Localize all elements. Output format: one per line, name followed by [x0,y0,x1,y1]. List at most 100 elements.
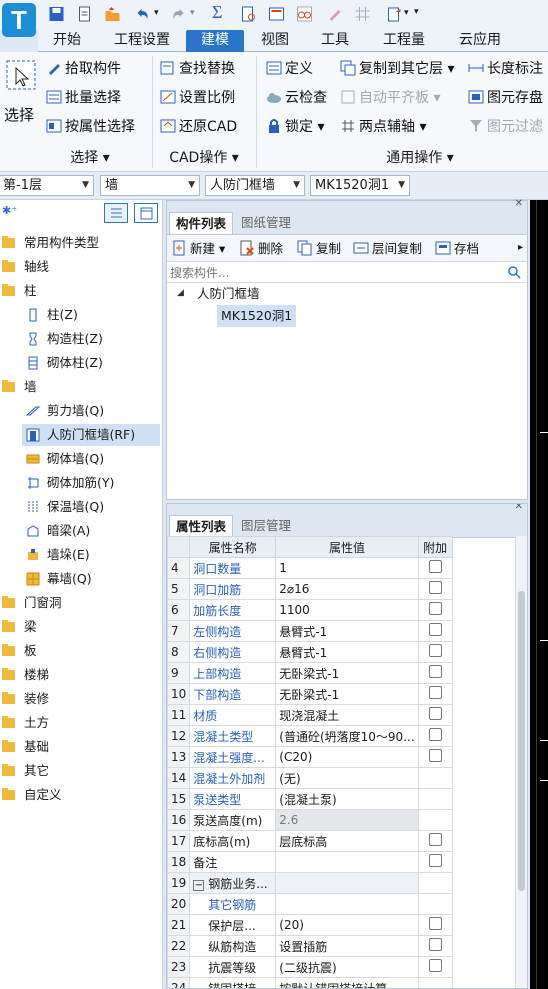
tree-node-wall[interactable]: 墙 [2,376,37,398]
tab-start[interactable]: 开始 [44,30,90,52]
component-search-box[interactable] [167,263,527,283]
property-value[interactable]: 悬臂式-1 [275,620,419,642]
close-icon[interactable]: ✕ [515,198,523,209]
select-button[interactable]: 选择 [4,104,34,126]
tab-layer-management[interactable]: 图层管理 [235,515,297,537]
property-row[interactable]: 4 洞口数量 1 [167,557,453,579]
tab-property-list[interactable]: 属性列表 [169,515,234,537]
two-point-axis-button[interactable]: 两点辅轴 ▾ [340,116,426,138]
delete-button[interactable]: 删除 [239,238,283,260]
tree-node-civil-defense-door-wall[interactable]: 人防门框墙(RF) [22,424,160,446]
property-value[interactable]: 按默认锚固搭接计算 [275,977,419,988]
scrollbar-thumb[interactable] [518,591,525,891]
add-checkbox[interactable] [428,938,442,951]
property-value[interactable]: 层底标高 [275,830,419,852]
cad-canvas[interactable] [530,200,548,989]
tab-component-list[interactable]: 构件列表 [169,212,234,234]
copy-to-floor-button[interactable]: 复制到其它层 ▾ [340,58,454,80]
tree-node-slab[interactable]: 板 [2,640,37,662]
property-row[interactable]: 8 右侧构造 悬臂式-1 [167,641,453,663]
tree-node-masonry-reinforcement[interactable]: 砌体加筋(Y) [26,472,114,494]
set-scale-button[interactable]: 设置比例 [160,87,235,109]
filter-element-button[interactable]: 图元过滤 [468,116,543,138]
component-tree-item[interactable]: MK1520洞1 [217,305,297,327]
add-checkbox[interactable] [428,602,442,615]
add-checkbox[interactable] [428,854,442,867]
group-select-label[interactable]: 选择 ▾ [40,148,140,168]
pen-icon[interactable] [326,6,343,22]
lock-button[interactable]: 锁定 ▾ [266,116,324,138]
grid-icon[interactable] [354,6,371,22]
property-row[interactable]: 21 保护层... (20) [167,914,453,936]
tab-quantities[interactable]: 工程量 [374,30,434,52]
close-icon[interactable]: ✕ [515,504,523,512]
tree-node-axis[interactable]: 轴线 [2,256,49,278]
add-checkbox[interactable] [428,581,442,594]
tab-tools[interactable]: 工具 [312,30,358,52]
property-row[interactable]: 23 抗震等级 (二级抗震) [167,956,453,978]
tree-node-constructional-column[interactable]: 构造柱(Z) [26,328,103,350]
tab-cloud[interactable]: 云应用 [450,30,510,52]
pick-element-button[interactable]: 拾取构件 [46,58,121,80]
property-value[interactable]: (二级抗震) [275,956,419,978]
tree-node-masonry-column[interactable]: 砌体柱(Z) [26,352,103,374]
export-icon[interactable] [386,6,403,22]
tree-node-other[interactable]: 其它 [2,760,49,782]
tree-node-doors-windows[interactable]: 门窗洞 [2,592,62,614]
list-view-button[interactable] [104,203,128,223]
property-row[interactable]: 13 混凝土强度... (C20) [167,746,453,768]
property-row[interactable]: 19− 钢筋业务... [167,872,453,894]
add-checkbox[interactable] [428,644,442,657]
category-select[interactable]: 墙 ▼ [100,175,200,196]
property-value[interactable]: 无卧梁式-1 [275,662,419,684]
property-value[interactable]: 2⌀16 [275,578,419,600]
undo-dropdown-icon[interactable]: ▾ [154,8,159,18]
save-element-button[interactable]: 图元存盘 [468,87,543,109]
property-value[interactable]: 1 [275,557,419,579]
property-value[interactable]: 设置插筋 [275,935,419,957]
add-checkbox[interactable] [428,917,442,930]
more-icon[interactable]: ▸ [518,242,523,253]
add-checkbox[interactable] [428,686,442,699]
select-by-attribute-button[interactable]: 按属性选择 [46,116,135,138]
redo-icon[interactable] [170,6,187,22]
property-value[interactable] [275,893,419,915]
property-value[interactable]: 无卧梁式-1 [275,683,419,705]
property-row[interactable]: 9 上部构造 无卧梁式-1 [167,662,453,684]
properties-scrollbar[interactable] [515,536,527,988]
find-replace-button[interactable]: 查找替换 [160,58,235,80]
property-row[interactable]: 11 材质 现浇混凝土 [167,704,453,726]
add-checkbox[interactable] [428,749,442,762]
property-row[interactable]: 6 加筋长度 1100 [167,599,453,621]
tree-node-custom[interactable]: 自定义 [2,784,62,806]
group-cad-label[interactable]: CAD操作 ▾ [156,148,252,168]
collapse-icon[interactable]: − [193,879,205,891]
property-value[interactable]: (C20) [275,746,419,768]
sum-icon[interactable]: Σ [212,2,222,23]
tree-node-masonry-wall[interactable]: 砌体墙(Q) [26,448,104,470]
component-search-input[interactable] [170,264,500,282]
expand-icon[interactable]: ◢ [177,288,184,298]
floor-select[interactable]: 第-1层 ▼ [0,175,94,196]
property-row[interactable]: 18 备注 [167,851,453,873]
property-value[interactable]: 2.6 [275,809,419,831]
property-row[interactable]: 14 混凝土外加剂 (无) [167,767,453,789]
new-button[interactable]: 新建 ▾ [171,238,225,260]
add-checkbox[interactable] [428,959,442,972]
open-icon[interactable] [104,6,121,22]
batch-select-button[interactable]: 批量选择 [46,87,121,109]
tab-modeling[interactable]: 建模 [186,30,244,52]
property-row[interactable]: 16 泵送高度(m) 2.6 [167,809,453,831]
property-value[interactable]: (普通砼(坍落度10～90... [275,725,419,747]
property-row[interactable]: 10 下部构造 无卧梁式-1 [167,683,453,705]
property-row[interactable]: 7 左侧构造 悬臂式-1 [167,620,453,642]
tab-drawing-management[interactable]: 图纸管理 [235,212,297,234]
tree-node-curtain-wall[interactable]: 幕墙(Q) [26,568,92,590]
component-tree-root[interactable]: 人防门框墙 [197,284,260,304]
restore-cad-button[interactable]: 还原CAD [160,116,237,138]
customize-icon[interactable]: ▾ [414,7,419,17]
add-checkbox[interactable] [428,707,442,720]
define-button[interactable]: 定义 [266,58,313,80]
undo-icon[interactable] [134,6,151,22]
tree-node-foundation[interactable]: 基础 [2,736,49,758]
